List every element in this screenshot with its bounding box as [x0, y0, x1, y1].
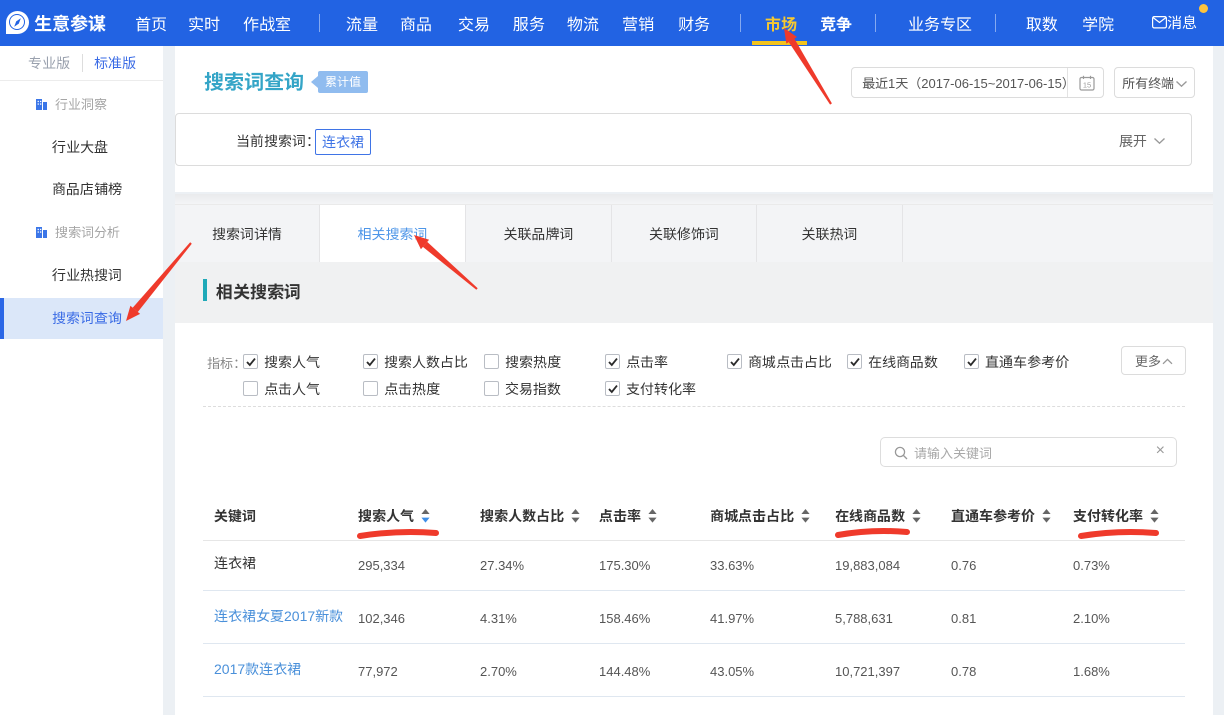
svg-text:15: 15: [1083, 81, 1091, 90]
